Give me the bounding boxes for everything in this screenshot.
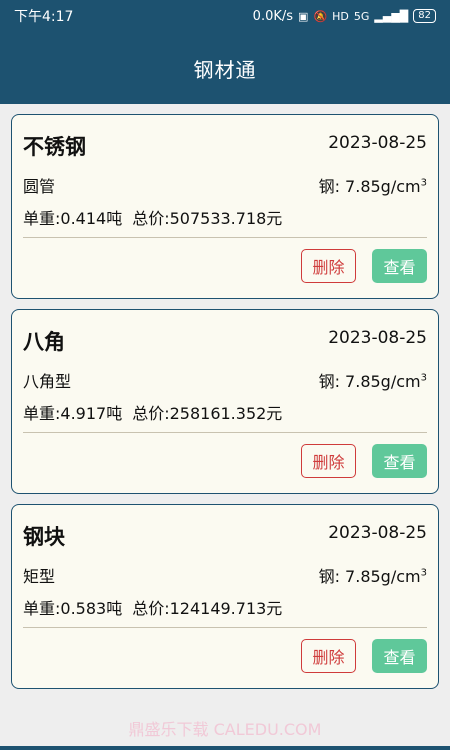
delete-button[interactable]: 删除 (301, 444, 356, 478)
status-bar: 下午4:17 0.0K/s ▣ 🔕 HD 5G ▂▄▆█ 82 (0, 0, 450, 32)
divider (23, 627, 427, 628)
divider (23, 432, 427, 433)
signal-icon: ▂▄▆█ (374, 9, 409, 23)
item-date: 2023-08-25 (328, 133, 427, 153)
hd-icon: HD (332, 9, 349, 23)
mute-icon: 🔕 (313, 9, 328, 23)
item-date: 2023-08-25 (328, 523, 427, 543)
nfc-icon: ▣ (298, 9, 309, 23)
item-name: 八角 (23, 330, 65, 354)
steel-card[interactable]: 不锈钢 2023-08-25 圆管 钢: 7.85g/cm3 单重:0.414吨… (11, 114, 439, 299)
item-type: 八角型 (23, 372, 72, 391)
watermark: 鼎盛乐下载 CALEDU.COM (128, 720, 322, 739)
item-date: 2023-08-25 (328, 328, 427, 348)
item-type: 矩型 (23, 567, 56, 586)
status-time: 下午4:17 (14, 9, 74, 25)
delete-button[interactable]: 删除 (301, 249, 356, 283)
item-weights: 单重:4.917吨 总价:258161.352元 (23, 400, 282, 424)
view-button[interactable]: 查看 (372, 639, 427, 673)
steel-card[interactable]: 钢块 2023-08-25 矩型 钢: 7.85g/cm3 单重:0.583吨 … (11, 504, 439, 689)
page-title: 钢材通 (193, 57, 257, 82)
item-name: 不锈钢 (23, 135, 86, 159)
divider (23, 237, 427, 238)
item-weights: 单重:0.414吨 总价:507533.718元 (23, 205, 282, 229)
item-name: 钢块 (23, 525, 65, 549)
view-button[interactable]: 查看 (372, 249, 427, 283)
app-bar: 钢材通 (0, 32, 450, 104)
item-total-price: 总价:507533.718元 (132, 209, 283, 228)
item-unit-weight: 单重:0.414吨 (23, 209, 123, 228)
battery-icon: 82 (413, 9, 436, 23)
network-speed: 0.0K/s (252, 8, 294, 24)
item-total-price: 总价:258161.352元 (132, 404, 283, 423)
item-unit-weight: 单重:0.583吨 (23, 599, 123, 618)
item-unit-weight: 单重:4.917吨 (23, 404, 123, 423)
bottom-strip (0, 746, 450, 750)
steel-card[interactable]: 八角 2023-08-25 八角型 钢: 7.85g/cm3 单重:4.917吨… (11, 309, 439, 494)
item-type: 圆管 (23, 177, 56, 196)
item-weights: 单重:0.583吨 总价:124149.713元 (23, 595, 282, 619)
status-icons: 0.0K/s ▣ 🔕 HD 5G ▂▄▆█ 82 (253, 9, 436, 24)
view-button[interactable]: 查看 (372, 444, 427, 478)
item-density: 钢: 7.85g/cm3 (318, 372, 427, 391)
delete-button[interactable]: 删除 (301, 639, 356, 673)
5g-icon: 5G (353, 9, 370, 23)
item-total-price: 总价:124149.713元 (132, 599, 283, 618)
item-density: 钢: 7.85g/cm3 (318, 567, 427, 586)
item-density: 钢: 7.85g/cm3 (318, 177, 427, 196)
